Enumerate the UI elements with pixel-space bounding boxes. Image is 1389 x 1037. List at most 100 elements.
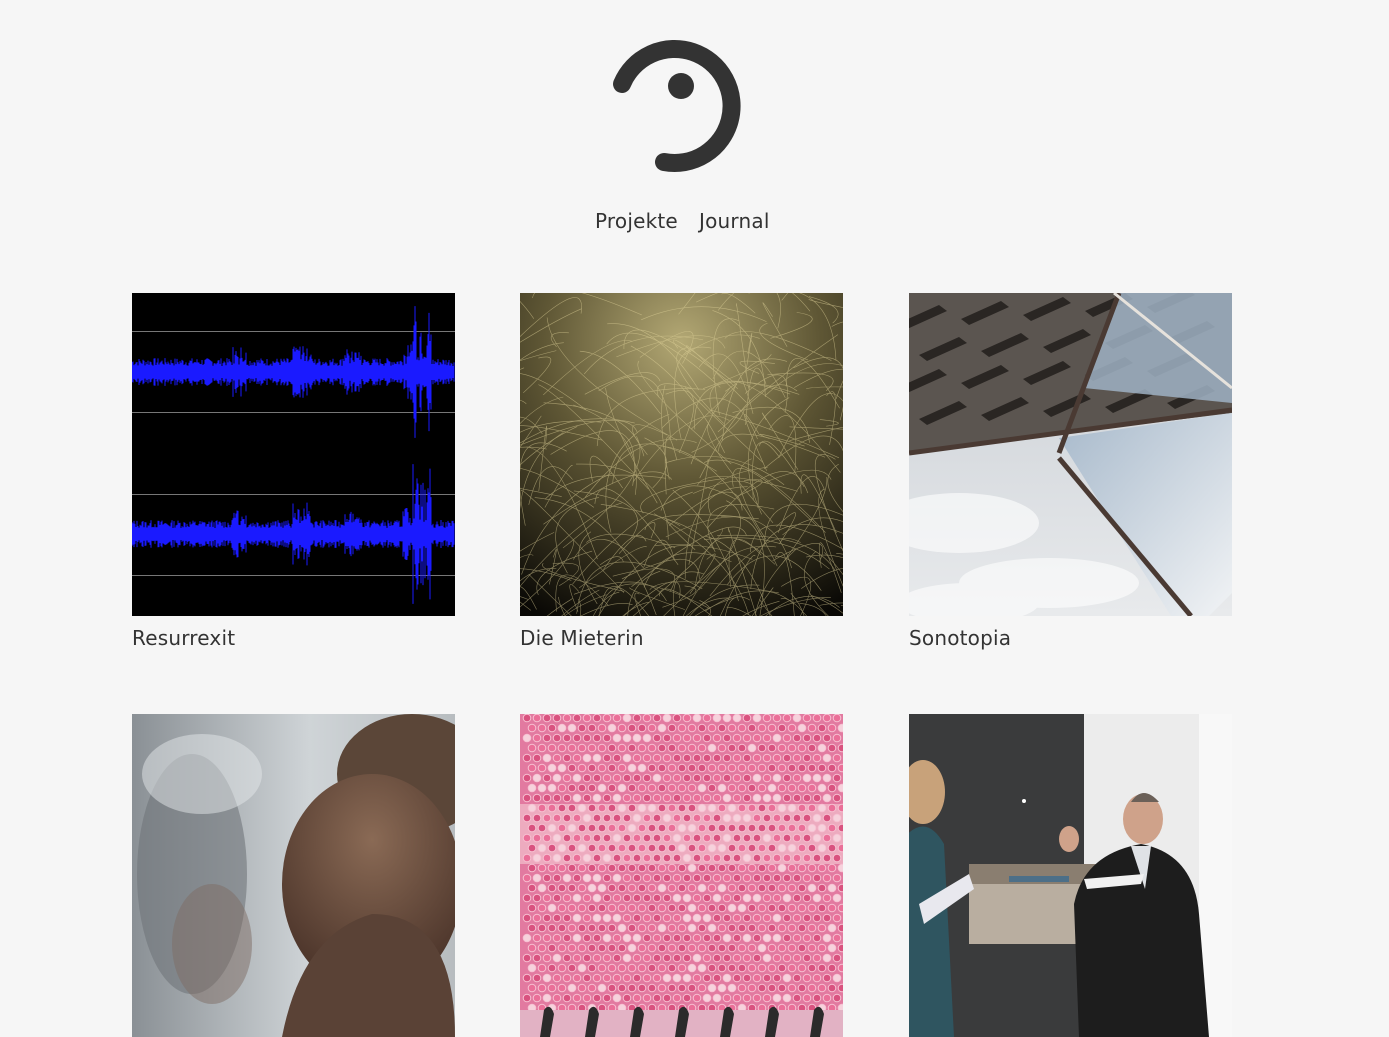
- sequin: [562, 793, 572, 803]
- sequin: [567, 983, 577, 993]
- sequin: [562, 813, 572, 823]
- sequin: [727, 723, 737, 733]
- sequin: [692, 733, 702, 743]
- sequin: [537, 823, 547, 833]
- sequin: [747, 963, 757, 973]
- sequin: [747, 943, 757, 953]
- sequin: [742, 873, 752, 883]
- sequin: [742, 933, 752, 943]
- sequin: [697, 923, 707, 933]
- sequin: [617, 983, 627, 993]
- project-thumbnail[interactable]: [909, 293, 1232, 616]
- sequin: [522, 753, 532, 763]
- sequin: [572, 993, 582, 1003]
- sequin: [827, 783, 837, 793]
- sequin: [697, 843, 707, 853]
- sequin: [712, 793, 722, 803]
- sequin: [667, 783, 677, 793]
- sequin: [732, 793, 742, 803]
- sequin: [722, 733, 732, 743]
- project-title[interactable]: Die Mieterin: [520, 625, 644, 651]
- project-thumbnail[interactable]: [132, 714, 455, 1037]
- project-tile[interactable]: [520, 714, 843, 1037]
- sequin: [697, 763, 707, 773]
- sequin: [612, 773, 622, 783]
- sequin: [562, 714, 572, 723]
- project-title[interactable]: Sonotopia: [909, 625, 1011, 651]
- sequin: [832, 973, 842, 983]
- sequin: [722, 913, 732, 923]
- sequin: [792, 913, 802, 923]
- sequin: [702, 714, 712, 723]
- sequin: [647, 983, 657, 993]
- sequin: [757, 863, 767, 873]
- sequin: [557, 863, 567, 873]
- project-thumbnail[interactable]: [520, 293, 843, 616]
- drain-grate-mirror-image: [909, 293, 1232, 616]
- sequin: [587, 903, 597, 913]
- sequin: [662, 753, 672, 763]
- project-tile[interactable]: [909, 714, 1232, 1037]
- sequin: [722, 714, 732, 723]
- sequin: [822, 853, 832, 863]
- sequin: [552, 933, 562, 943]
- sequin: [607, 863, 617, 873]
- sequin: [602, 993, 612, 1003]
- sequin: [627, 843, 637, 853]
- sequin: [792, 933, 802, 943]
- sequin: [622, 973, 632, 983]
- project-tile-resurrexit[interactable]: Resurrexit: [132, 293, 455, 650]
- sequin: [702, 733, 712, 743]
- sequin: [562, 853, 572, 863]
- sequin: [622, 993, 632, 1003]
- sequin: [702, 753, 712, 763]
- sequin: [692, 873, 702, 883]
- sequin: [807, 863, 817, 873]
- sequin: [697, 723, 707, 733]
- sequin: [532, 853, 542, 863]
- sequin: [762, 893, 772, 903]
- sequin: [727, 923, 737, 933]
- sequin: [772, 733, 782, 743]
- sequin: [667, 883, 677, 893]
- project-title[interactable]: Resurrexit: [132, 625, 235, 651]
- sequin: [577, 823, 587, 833]
- project-tile[interactable]: [132, 714, 455, 1037]
- sequin: [627, 883, 637, 893]
- sequin: [787, 923, 797, 933]
- sequin: [717, 983, 727, 993]
- sequin: [712, 813, 722, 823]
- sequin: [682, 933, 692, 943]
- sequin: [627, 983, 637, 993]
- project-thumbnail[interactable]: [909, 714, 1232, 1037]
- sequin: [717, 923, 727, 933]
- sequin: [767, 843, 777, 853]
- nav-link-projekte[interactable]: Projekte: [595, 206, 678, 236]
- sequin: [542, 893, 552, 903]
- sequin: [782, 913, 792, 923]
- project-thumbnail[interactable]: [132, 293, 455, 616]
- sequin: [757, 843, 767, 853]
- project-tile-die-mieterin[interactable]: Die Mieterin: [520, 293, 843, 650]
- sequin: [792, 753, 802, 763]
- sequin: [737, 783, 747, 793]
- sequin: [702, 893, 712, 903]
- sequin: [642, 993, 652, 1003]
- sequin: [557, 823, 567, 833]
- sequin: [667, 743, 677, 753]
- sequin: [677, 863, 687, 873]
- sequin: [677, 963, 687, 973]
- sequin: [837, 903, 843, 913]
- sequin: [552, 833, 562, 843]
- project-tile-sonotopia[interactable]: Sonotopia: [909, 293, 1232, 650]
- project-thumbnail[interactable]: [520, 714, 843, 1037]
- logo-icon[interactable]: [612, 17, 752, 173]
- sequin: [527, 783, 537, 793]
- sequin: [702, 993, 712, 1003]
- sequin: [597, 723, 607, 733]
- sequin: [567, 743, 577, 753]
- nav-link-journal[interactable]: Journal: [699, 206, 770, 236]
- sequin: [727, 903, 737, 913]
- sequin: [662, 953, 672, 963]
- sequin: [562, 753, 572, 763]
